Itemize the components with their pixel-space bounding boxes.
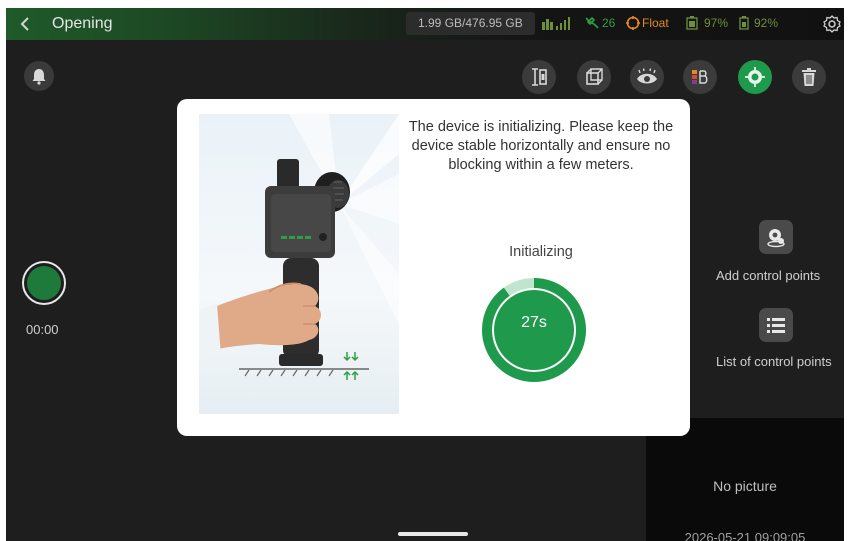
settings-button[interactable] [822, 14, 842, 34]
initializing-status-label: Initializing [509, 244, 573, 260]
location-target-icon [745, 67, 765, 87]
battery-icon [686, 16, 698, 30]
satellite-indicator: 26 [584, 16, 615, 30]
back-button[interactable] [16, 14, 36, 34]
record-button[interactable] [22, 261, 66, 305]
fix-status-label: Float [642, 16, 669, 30]
measure-tool-button[interactable] [522, 60, 556, 94]
no-picture-label: No picture [713, 478, 777, 494]
target-icon [626, 16, 640, 30]
trash-icon [802, 68, 816, 86]
list-control-points-label[interactable]: List of control points [716, 354, 832, 369]
eye-icon [637, 68, 657, 84]
battery-icon [739, 16, 749, 30]
delete-button[interactable] [792, 60, 826, 94]
device-battery-indicator: 97% [686, 16, 728, 30]
device-battery-level: 97% [704, 16, 729, 30]
layer-button[interactable] [683, 60, 717, 94]
page-title: Opening [52, 15, 113, 32]
storage-indicator: 1.99 GB/476.95 GB [406, 12, 535, 35]
device-illustration-image [199, 114, 399, 380]
bell-icon [32, 69, 46, 85]
signal-indicator [542, 16, 572, 30]
home-indicator[interactable] [398, 532, 468, 536]
layer-b-icon [692, 70, 708, 84]
list-icon [767, 318, 785, 333]
map-pin-plus-icon [767, 229, 785, 248]
satellite-count: 26 [602, 16, 616, 30]
countdown-seconds: 27s [521, 314, 547, 331]
signal-icon [542, 17, 570, 30]
preview-button[interactable] [630, 60, 664, 94]
status-bar: Opening 1.99 GB/476.95 GB 26 Float 97% 9… [6, 8, 844, 40]
initializing-message: The device is initializing. Please keep … [408, 119, 674, 173]
camera-preview-panel: No picture 2026-05-21 09:09:05 [646, 418, 844, 541]
positioning-button[interactable] [738, 60, 772, 94]
timestamp: 2026-05-21 09:09:05 [684, 530, 806, 541]
gear-icon [823, 15, 841, 33]
cube-icon [586, 68, 603, 85]
notification-button[interactable] [24, 61, 54, 91]
initializing-dialog: The device is initializing. Please keep … [177, 99, 690, 436]
phone-battery-level: 92% [754, 16, 779, 30]
chevron-left-icon [20, 17, 29, 31]
model-view-button[interactable] [577, 60, 611, 94]
add-control-points-label[interactable]: Add control points [716, 268, 820, 283]
measure-icon [532, 68, 547, 86]
add-control-points-button[interactable] [759, 220, 793, 254]
fix-status-indicator: Float [626, 16, 669, 30]
device-illustration [199, 114, 399, 414]
list-control-points-button[interactable] [759, 308, 793, 342]
record-button-fill [27, 266, 61, 300]
record-timer: 00:00 [26, 322, 59, 337]
phone-battery-indicator: 92% [738, 16, 778, 30]
satellite-icon [585, 16, 599, 29]
